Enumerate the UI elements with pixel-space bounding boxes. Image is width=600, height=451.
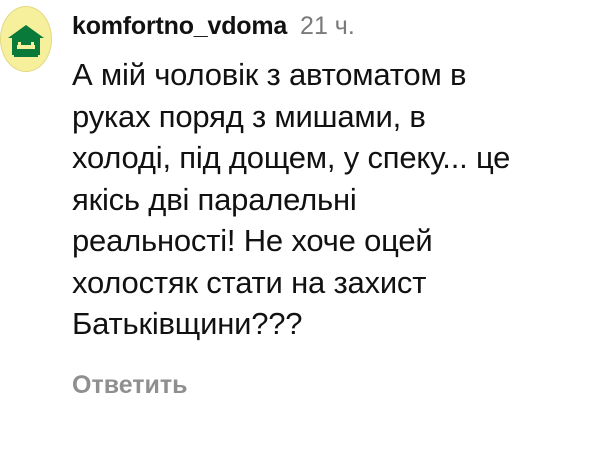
comment-text-line: холостяк стати на захист bbox=[72, 264, 427, 300]
timestamp: 21 ч. bbox=[300, 12, 355, 40]
avatar[interactable] bbox=[0, 6, 52, 72]
username-link[interactable]: komfortno_vdoma bbox=[72, 12, 287, 40]
reply-button[interactable]: Ответить bbox=[72, 369, 188, 401]
comment-text-line: А мій чоловік з автоматом в bbox=[72, 57, 467, 92]
cropped-replies-label bbox=[138, 437, 146, 451]
comment-text-line: руках поряд з мишами, в bbox=[72, 98, 426, 134]
house-logo-icon bbox=[8, 25, 44, 57]
comment: komfortno_vdoma 21 ч. А мій чоловік з ав… bbox=[0, 0, 600, 451]
comment-body: komfortno_vdoma 21 ч. А мій чоловік з ав… bbox=[72, 8, 592, 345]
comment-text-line: холоді, під дощем, у спеку... це bbox=[72, 140, 511, 175]
comment-text: А мій чоловік з автоматом в руках поряд … bbox=[72, 54, 592, 345]
comment-text-line: реальності! Не хоче оцей bbox=[72, 223, 433, 258]
view-replies-cropped[interactable] bbox=[138, 437, 578, 451]
comment-header: komfortno_vdoma 21 ч. bbox=[72, 8, 592, 44]
comment-text-line: Батьківщини??? bbox=[72, 306, 303, 341]
comment-text-line: якісь дві паралельні bbox=[72, 181, 357, 217]
